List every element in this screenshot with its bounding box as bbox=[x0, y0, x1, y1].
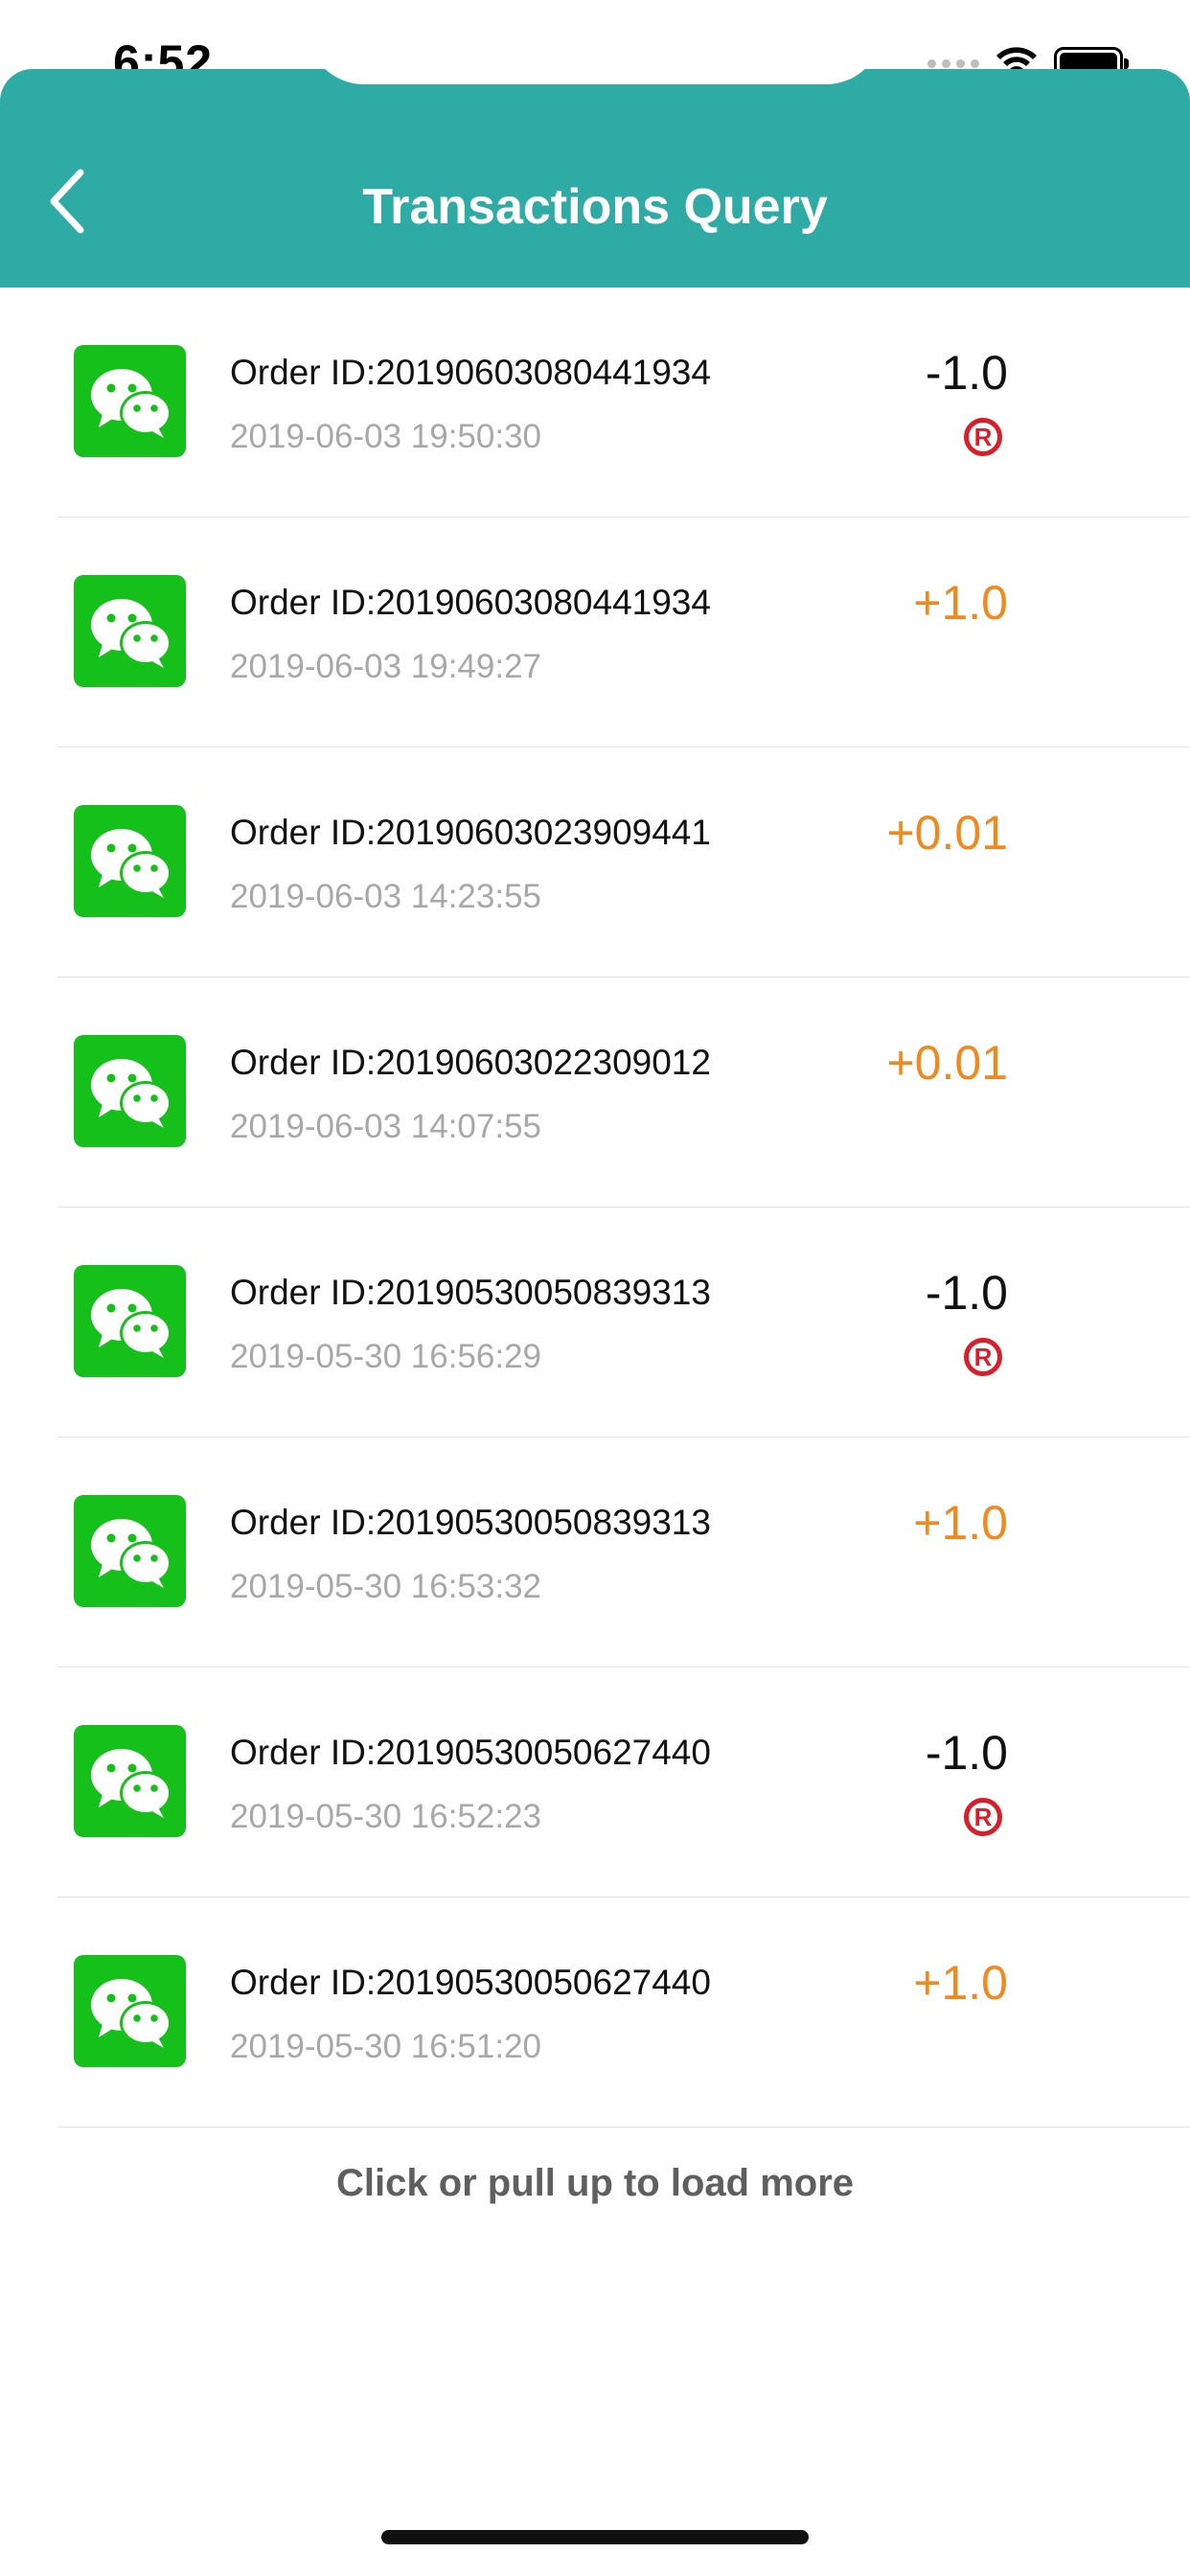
transaction-row[interactable]: Order ID:20190530050839313 2019-05-30 16… bbox=[57, 1438, 1190, 1668]
amount: +1.0 bbox=[913, 1496, 1008, 1550]
refund-mark-icon: R bbox=[964, 1338, 1002, 1376]
order-datetime: 2019-06-03 14:23:55 bbox=[230, 878, 541, 915]
order-datetime: 2019-05-30 16:51:20 bbox=[230, 2028, 541, 2065]
wechat-icon bbox=[74, 1495, 186, 1607]
amount: -1.0 bbox=[925, 1726, 1008, 1780]
transaction-row[interactable]: Order ID:20190530050627440 2019-05-30 16… bbox=[57, 1898, 1190, 2128]
wechat-icon bbox=[74, 1955, 186, 2067]
order-id: Order ID:20190603080441934 bbox=[230, 583, 711, 622]
order-id: Order ID:20190530050627440 bbox=[230, 1963, 711, 2002]
wechat-icon bbox=[74, 1265, 186, 1377]
transaction-row[interactable]: Order ID:20190603080441934 2019-06-03 19… bbox=[57, 288, 1190, 518]
amount: +1.0 bbox=[913, 1956, 1008, 2010]
transaction-row[interactable]: Order ID:20190603080441934 2019-06-03 19… bbox=[57, 518, 1190, 748]
transaction-row[interactable]: Order ID:20190603023909441 2019-06-03 14… bbox=[57, 748, 1190, 978]
order-id: Order ID:20190603080441934 bbox=[230, 353, 711, 392]
load-more-button[interactable]: Click or pull up to load more bbox=[0, 2162, 1190, 2205]
transaction-list: Order ID:20190603080441934 2019-06-03 19… bbox=[0, 288, 1190, 2128]
order-datetime: 2019-06-03 19:49:27 bbox=[230, 648, 541, 685]
amount: +0.01 bbox=[886, 806, 1008, 860]
cellular-signal-icon bbox=[927, 58, 979, 68]
page-title: Transactions Query bbox=[362, 179, 828, 235]
order-datetime: 2019-06-03 19:50:30 bbox=[230, 418, 541, 455]
wechat-icon bbox=[74, 1035, 186, 1147]
screen: 6:52 Transactions Query Order ID:2019060… bbox=[0, 0, 1190, 2576]
wechat-icon bbox=[74, 345, 186, 457]
order-datetime: 2019-05-30 16:53:32 bbox=[230, 1568, 541, 1605]
amount: -1.0 bbox=[925, 346, 1008, 400]
order-id: Order ID:20190530050839313 bbox=[230, 1503, 711, 1542]
transaction-row[interactable]: Order ID:20190530050627440 2019-05-30 16… bbox=[57, 1668, 1190, 1898]
transaction-row[interactable]: Order ID:20190530050839313 2019-05-30 16… bbox=[57, 1208, 1190, 1438]
refund-mark-icon: R bbox=[964, 418, 1002, 456]
transaction-row[interactable]: Order ID:20190603022309012 2019-06-03 14… bbox=[57, 978, 1190, 1208]
wechat-icon bbox=[74, 575, 186, 687]
refund-mark-icon: R bbox=[964, 1798, 1002, 1836]
order-datetime: 2019-06-03 14:07:55 bbox=[230, 1108, 541, 1145]
wechat-icon bbox=[74, 1725, 186, 1837]
device-notch bbox=[307, 0, 883, 84]
order-id: Order ID:20190530050839313 bbox=[230, 1273, 711, 1312]
order-id: Order ID:20190603022309012 bbox=[230, 1043, 711, 1082]
order-datetime: 2019-05-30 16:56:29 bbox=[230, 1338, 541, 1375]
order-id: Order ID:20190603023909441 bbox=[230, 813, 711, 852]
amount: +0.01 bbox=[886, 1036, 1008, 1090]
home-indicator[interactable] bbox=[381, 2530, 809, 2544]
order-datetime: 2019-05-30 16:52:23 bbox=[230, 1798, 541, 1835]
amount: +1.0 bbox=[913, 576, 1008, 630]
wechat-icon bbox=[74, 805, 186, 917]
amount: -1.0 bbox=[925, 1266, 1008, 1320]
order-id: Order ID:20190530050627440 bbox=[230, 1733, 711, 1772]
